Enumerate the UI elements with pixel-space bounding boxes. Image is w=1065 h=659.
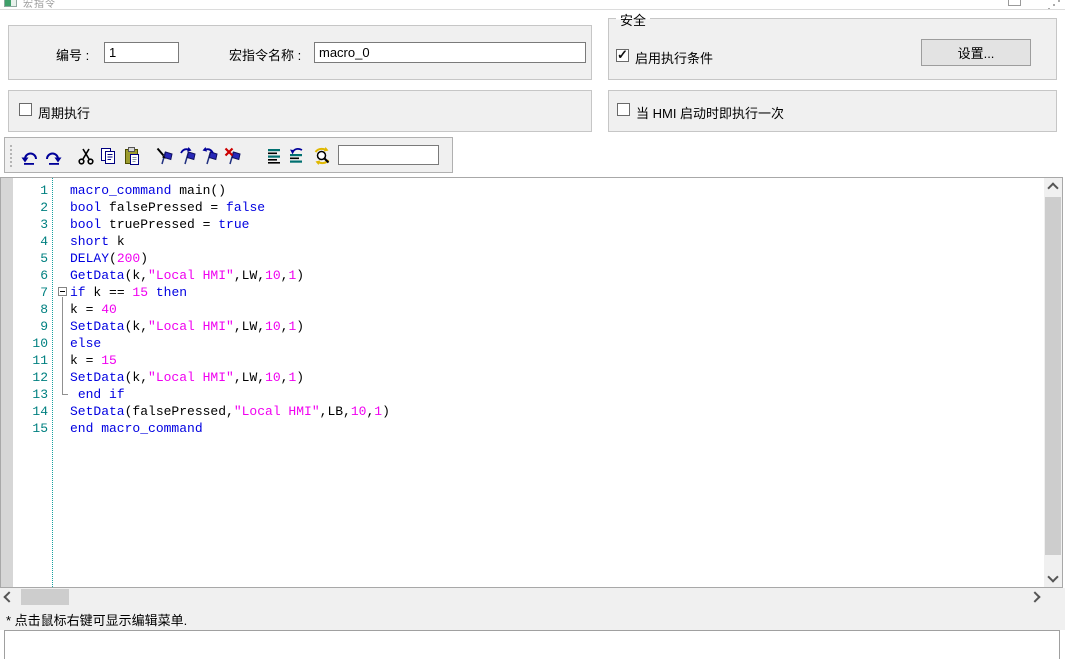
code-text: bool truePressed = true [70,216,249,233]
code-text: short k [70,233,125,250]
window-title: 宏指令 [23,0,56,10]
bookmark-toggle-icon[interactable] [154,144,176,168]
vertical-scrollbar-thumb[interactable] [1045,197,1061,555]
status-strip: * 点击鼠标右键可显示编辑菜单. [0,606,1065,630]
line-number: 8 [1,301,48,318]
periodic-label: 周期执行 [38,103,90,122]
macro-id-input[interactable] [104,42,179,63]
security-legend: 安全 [616,10,650,29]
code-line[interactable]: 3 bool truePressed = true [1,216,1044,233]
macro-id-name-box: 编号 : 宏指令名称 : [8,25,592,80]
line-number: 2 [1,199,48,216]
code-text: bool falsePressed = false [70,199,265,216]
code-line[interactable]: 5 DELAY(200) [1,250,1044,267]
line-number: 6 [1,267,48,284]
code-lines: 1 macro_command main() 2 bool falsePressed … [1,182,1044,587]
code-text: else [70,335,101,352]
code-text: end macro_command [70,420,203,437]
bookmark-clear-icon[interactable] [222,144,244,168]
code-text: macro_command main() [70,182,226,199]
code-text: if k == 15 then [70,284,187,301]
copy-icon[interactable] [97,144,119,168]
code-text: SetData(falsePressed,"Local HMI",LB,10,1… [70,403,390,420]
periodic-box: 周期执行 [8,90,592,132]
fold-collapse-icon[interactable] [58,287,67,296]
line-number: 12 [1,369,48,386]
indent-icon[interactable] [262,144,284,168]
code-editor[interactable]: 1 macro_command main() 2 bool falsePressed … [0,177,1063,588]
vertical-scrollbar[interactable] [1044,178,1062,587]
code-line[interactable]: 15 end macro_command [1,420,1044,437]
bookmark-prev-icon[interactable] [199,144,221,168]
run-on-startup-label: 当 HMI 启动时即执行一次 [636,103,784,122]
paste-icon[interactable] [121,144,143,168]
security-groupbox: 启用执行条件 设置... [608,18,1057,80]
macro-editor-window: 宏指令 编号 : 宏指令名称 : 启用执行条件 设置... 安全 周期执行 当 … [0,0,1065,659]
line-number: 3 [1,216,48,233]
code-line[interactable]: 1 macro_command main() [1,182,1044,199]
code-line[interactable]: 6 GetData(k,"Local HMI",LW,10,1) [1,267,1044,284]
code-line[interactable]: 10 else [1,335,1044,352]
code-line[interactable]: 7 if k == 15 then [1,284,1044,301]
undo-icon[interactable] [19,144,41,168]
macro-id-label: 编号 : [56,45,89,64]
line-number: 4 [1,233,48,250]
line-number: 1 [1,182,48,199]
enable-condition-label: 启用执行条件 [635,48,713,67]
code-line[interactable]: 11 k = 15 [1,352,1044,369]
code-text: GetData(k,"Local HMI",LW,10,1) [70,267,304,284]
toolbar-search-input[interactable] [338,145,439,165]
code-line[interactable]: 12 SetData(k,"Local HMI",LW,10,1) [1,369,1044,386]
bookmark-next-icon[interactable] [177,144,199,168]
line-number: 14 [1,403,48,420]
code-text: SetData(k,"Local HMI",LW,10,1) [70,318,304,335]
code-line[interactable]: 2 bool falsePressed = false [1,199,1044,216]
code-text: k = 15 [70,352,117,369]
maximize-button[interactable] [1008,0,1021,6]
horizontal-scrollbar[interactable] [0,588,1044,606]
scrollbar-corner [1044,588,1065,606]
title-bar: 宏指令 [0,0,1065,10]
code-text: SetData(k,"Local HMI",LW,10,1) [70,369,304,386]
line-number: 7 [1,284,48,301]
line-number: 15 [1,420,48,437]
line-number: 13 [1,386,48,403]
scroll-left-icon[interactable] [0,588,18,606]
find-next-icon[interactable] [311,144,333,168]
editor-toolbar [4,137,453,173]
code-line[interactable]: 4 short k [1,233,1044,250]
code-text: end if [70,386,125,403]
scroll-down-icon[interactable] [1044,570,1062,587]
code-line[interactable]: 13 end if [1,386,1044,403]
message-panel [4,630,1060,659]
redo-icon[interactable] [42,144,64,168]
status-hint-text: * 点击鼠标右键可显示编辑菜单. [6,610,187,629]
gutter-separator [52,178,53,587]
run-on-startup-checkbox[interactable] [617,103,630,116]
outdent-icon[interactable] [284,144,306,168]
macro-name-input[interactable] [314,42,586,63]
code-text: DELAY(200) [70,250,148,267]
code-line[interactable]: 9 SetData(k,"Local HMI",LW,10,1) [1,318,1044,335]
resize-grip-icon[interactable] [1046,0,1062,9]
toolbar-gripper[interactable] [10,145,13,167]
code-text: k = 40 [70,301,117,318]
window-icon [4,0,17,7]
line-number: 9 [1,318,48,335]
line-number: 10 [1,335,48,352]
enable-condition-checkbox[interactable] [616,49,629,62]
run-on-startup-box: 当 HMI 启动时即执行一次 [608,90,1057,132]
settings-button[interactable]: 设置... [921,39,1031,66]
code-line[interactable]: 14 SetData(falsePressed,"Local HMI",LB,10… [1,403,1044,420]
horizontal-scrollbar-thumb[interactable] [21,589,69,605]
periodic-checkbox[interactable] [19,103,32,116]
line-number: 5 [1,250,48,267]
scroll-right-icon[interactable] [1026,588,1044,606]
scroll-up-icon[interactable] [1044,178,1062,195]
cut-icon[interactable] [75,144,97,168]
code-line[interactable]: 8 k = 40 [1,301,1044,318]
line-number: 11 [1,352,48,369]
macro-name-label: 宏指令名称 : [229,45,301,64]
